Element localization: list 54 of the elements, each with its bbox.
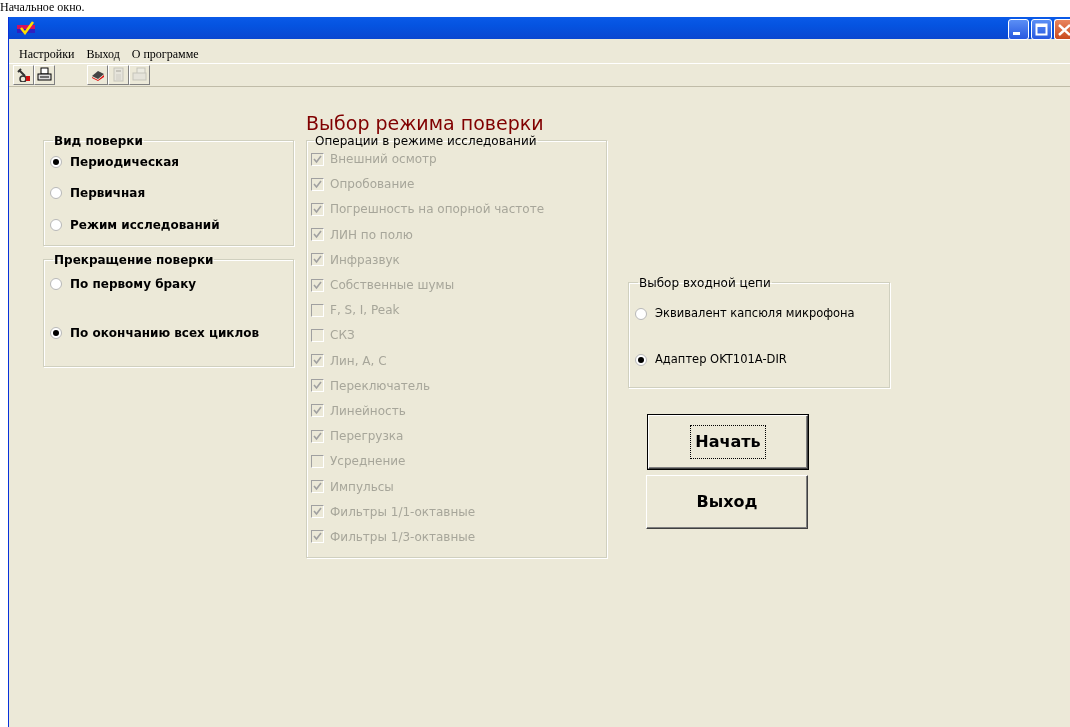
group-title: Вид поверки [53, 134, 144, 147]
checkbox-label: Внешний осмотр [330, 151, 437, 169]
caption-text: Начальное окно. [0, 1, 85, 13]
minimize-button[interactable] [1008, 18, 1029, 40]
radio-label: Адаптер OKT101A-DIR [655, 350, 787, 368]
tools-icon [16, 67, 31, 82]
radio-button[interactable] [635, 307, 647, 320]
checkbox-label: Фильтры 1/3-октавные [330, 528, 476, 546]
menu-item[interactable]: О программе [125, 44, 205, 63]
radio-label: Эквивалент капсюля микрофона [655, 304, 855, 322]
app-icon [17, 20, 35, 35]
group-title: Выбор входной цепи [638, 276, 772, 289]
minimize-icon [1013, 32, 1020, 35]
radio-button[interactable] [635, 353, 647, 366]
heading-text: Выбор режима поверки [306, 110, 545, 135]
maximize-button[interactable] [1031, 18, 1052, 40]
checkbox-label: Погрешность на опорной частоте [330, 201, 545, 219]
checkbox-label: СКЗ [330, 327, 355, 345]
action-button[interactable]: Выход [646, 474, 808, 529]
toolbar-button[interactable] [13, 64, 34, 85]
close-button[interactable] [1054, 18, 1070, 40]
group-title: Прекращение поверки [53, 253, 215, 266]
toolbar-button[interactable] [87, 64, 108, 85]
checkbox-label: Импульсы [330, 478, 394, 496]
radio-label: Периодическая [70, 153, 179, 171]
checkbox-label: Фильтры 1/1-октавные [330, 503, 476, 521]
document-icon [132, 67, 147, 82]
radio-button[interactable] [50, 277, 62, 290]
radio-label: Режим исследований [70, 216, 220, 234]
radio-button[interactable] [50, 218, 62, 231]
maximize-icon [1035, 22, 1048, 36]
printer-icon [37, 67, 52, 82]
action-button[interactable]: Начать [648, 414, 808, 469]
checkbox-label: Переключатель [330, 377, 430, 395]
radio-label: По первому браку [70, 275, 197, 293]
checkbox-label: ЛИН по полю [330, 226, 413, 244]
checkbox-label: Опробование [330, 176, 415, 194]
toolbar-button[interactable] [34, 64, 55, 85]
radio-button[interactable] [50, 186, 62, 199]
checkbox-label: Лин, A, C [330, 352, 387, 370]
radio-button[interactable] [50, 326, 62, 339]
radio-button[interactable] [50, 155, 62, 168]
menu-item[interactable]: Выход [80, 44, 126, 63]
radio-label: По окончанию всех циклов [70, 324, 260, 342]
checkbox-label: Линейность [330, 402, 406, 420]
calculator-icon [111, 67, 126, 82]
radio-label: Первичная [70, 184, 146, 202]
checkbox-label: Перегрузка [330, 428, 404, 446]
menu-item[interactable]: Настройки [13, 44, 81, 63]
checkbox-label: Усреднение [330, 453, 406, 471]
group-title: Операции в режиме исследований [315, 134, 537, 147]
checkbox-label: Инфразвук [330, 251, 400, 269]
checkbox-label: F, S, I, Peak [330, 302, 400, 320]
checkbox-label: Собственные шумы [330, 277, 455, 295]
